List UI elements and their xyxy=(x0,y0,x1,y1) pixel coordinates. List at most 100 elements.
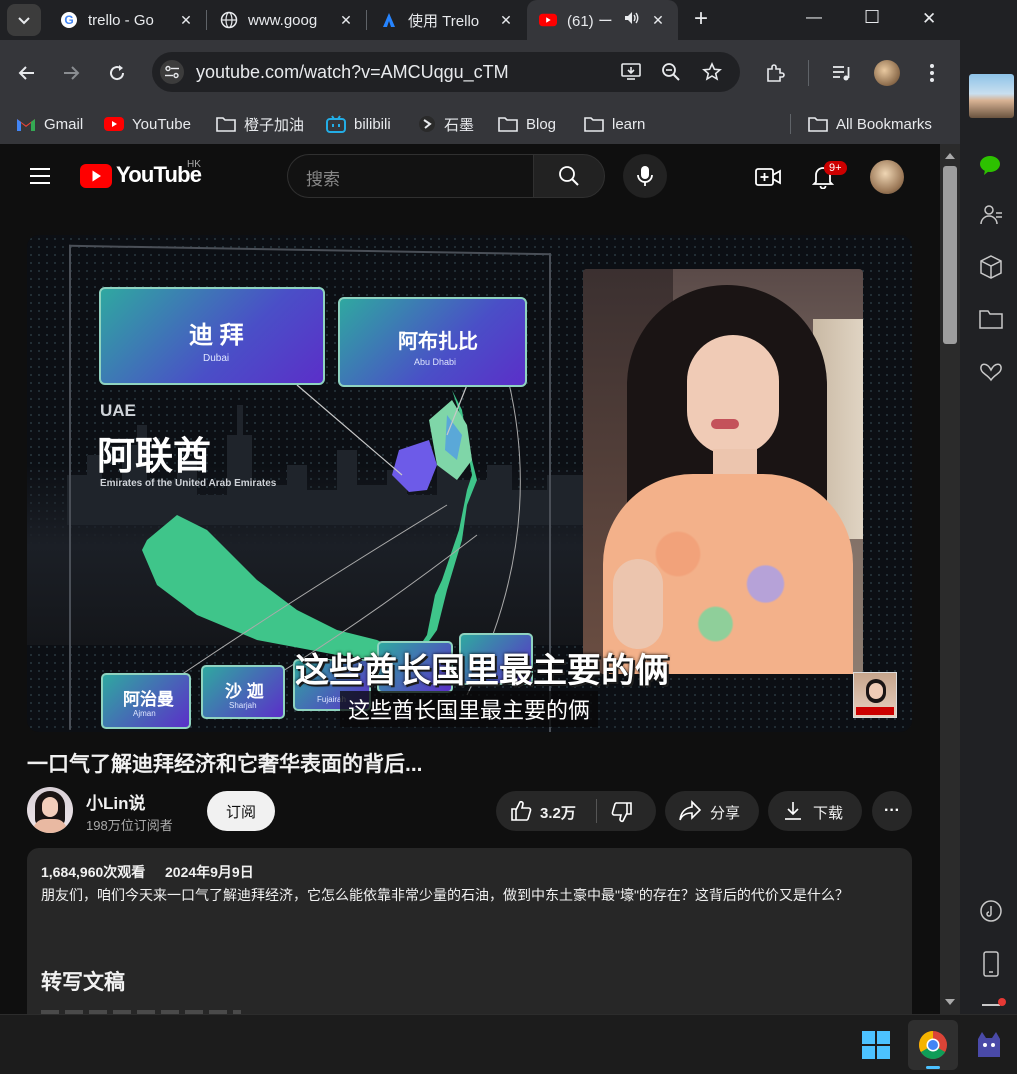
profile-avatar[interactable] xyxy=(874,60,900,86)
cube-icon[interactable] xyxy=(978,254,1004,280)
scroll-down-arrow-icon[interactable] xyxy=(945,998,955,1006)
side-panel-thumbnail[interactable] xyxy=(969,74,1014,118)
url-text[interactable]: youtube.com/watch?v=AMCUqgu_cTM xyxy=(196,62,509,83)
search-button[interactable] xyxy=(533,154,605,198)
close-tab-icon[interactable]: ✕ xyxy=(648,12,668,29)
search-box[interactable]: 搜索 xyxy=(287,154,533,198)
browser-toolbar: youtube.com/watch?v=AMCUqgu_cTM xyxy=(0,40,960,104)
bookmark-label: 石墨 xyxy=(444,116,475,134)
uae-en-label: Emirates of the United Arab Emirates xyxy=(100,478,277,489)
folder-icon xyxy=(584,116,604,132)
chevron-down-icon xyxy=(18,17,30,25)
bookmark-folder-orange[interactable]: 橙子加油 xyxy=(216,104,304,144)
site-info-icon[interactable] xyxy=(160,60,184,84)
contacts-icon[interactable] xyxy=(978,202,1004,228)
extensions-icon[interactable] xyxy=(763,61,787,85)
scroll-up-arrow-icon[interactable] xyxy=(945,152,955,160)
reload-icon[interactable] xyxy=(106,62,128,84)
taskbar-chrome-button[interactable] xyxy=(908,1020,958,1070)
dislike-button[interactable] xyxy=(597,791,656,831)
tab-youtube-active[interactable]: (61) ー ✕ xyxy=(527,0,678,40)
view-count: 1,684,960次观看 xyxy=(41,864,146,880)
uae-cn-label: 阿联酋 xyxy=(97,436,212,478)
sharjah-card: 沙 迦 Sharjah xyxy=(201,665,285,719)
subscribe-button[interactable]: 订阅 xyxy=(207,791,275,831)
bookmark-folder-learn[interactable]: learn xyxy=(584,104,645,144)
more-apps-icon[interactable] xyxy=(982,1004,1000,1006)
audio-playing-icon[interactable] xyxy=(624,11,640,29)
windows-start-icon[interactable] xyxy=(862,1031,890,1059)
region-code: HK xyxy=(187,159,201,170)
voice-search-button[interactable] xyxy=(623,154,667,198)
share-button[interactable]: 分享 xyxy=(665,791,759,831)
close-window-button[interactable]: ✕ xyxy=(922,9,936,29)
account-avatar[interactable] xyxy=(870,160,904,194)
create-video-icon[interactable] xyxy=(754,164,782,190)
video-player[interactable]: 迪 拜 Dubai 阿布扎比 Abu Dhabi UAE 阿联酋 Emirate… xyxy=(27,235,912,732)
minimize-button[interactable]: — xyxy=(806,9,822,27)
wechat-icon[interactable] xyxy=(978,152,1004,178)
thumbs-down-icon xyxy=(611,802,632,823)
folder-icon xyxy=(808,116,828,132)
hamburger-menu-icon[interactable] xyxy=(28,166,52,186)
taskbar xyxy=(0,1014,1017,1074)
channel-watermark[interactable] xyxy=(853,672,897,718)
maximize-button[interactable]: ☐ xyxy=(864,7,880,28)
tab-trello-guide[interactable]: 使用 Trello ✕ xyxy=(368,0,526,40)
all-bookmarks-button[interactable]: All Bookmarks xyxy=(808,104,932,144)
like-dislike-group: 3.2万 xyxy=(496,791,656,831)
zoom-icon[interactable] xyxy=(660,61,682,83)
address-bar[interactable]: youtube.com/watch?v=AMCUqgu_cTM xyxy=(152,52,740,92)
back-icon[interactable] xyxy=(16,62,38,84)
chrome-menu-icon[interactable] xyxy=(922,61,942,85)
publish-date: 2024年9月9日 xyxy=(165,864,254,880)
google-icon: G xyxy=(60,11,78,29)
bookmark-folder-blog[interactable]: Blog xyxy=(498,104,556,144)
tab-strip: G trello - Go ✕ www.goog ✕ 使用 Trello ✕ (… xyxy=(0,0,960,40)
description-text: 朋友们，咱们今天来一口气了解迪拜经济，它怎么能依靠非常少量的石油，做到中东土豪中… xyxy=(41,887,849,903)
microphone-icon xyxy=(637,166,653,186)
tab-search-button[interactable] xyxy=(7,4,41,36)
close-tab-icon[interactable]: ✕ xyxy=(496,12,516,29)
tab-trello-google[interactable]: G trello - Go ✕ xyxy=(48,0,206,40)
search-icon xyxy=(559,166,579,186)
thumbs-up-icon xyxy=(511,800,532,821)
tab-google-www[interactable]: www.goog ✕ xyxy=(208,0,366,40)
folder-icon xyxy=(216,116,236,132)
new-tab-button[interactable]: + xyxy=(694,5,708,33)
bookmark-bilibili[interactable]: bilibili xyxy=(326,104,391,144)
more-actions-button[interactable]: ··· xyxy=(872,791,912,831)
page-scrollbar[interactable] xyxy=(940,144,960,1014)
search-input[interactable]: 搜索 xyxy=(306,165,340,190)
close-tab-icon[interactable]: ✕ xyxy=(176,12,196,29)
scrollbar-thumb[interactable] xyxy=(943,166,957,344)
folder-icon[interactable] xyxy=(978,306,1004,332)
bookmark-star-icon[interactable] xyxy=(701,61,723,83)
close-tab-icon[interactable]: ✕ xyxy=(336,12,356,29)
tab-title: trello - Go xyxy=(88,11,154,29)
music-disc-icon[interactable] xyxy=(978,898,1004,924)
forward-icon[interactable] xyxy=(60,62,82,84)
install-app-icon[interactable] xyxy=(620,61,642,83)
bookmark-youtube[interactable]: YouTube xyxy=(104,104,191,144)
description-box[interactable]: 1,684,960次观看 2024年9月9日 朋友们，咱们今天来一口气了解迪拜经… xyxy=(27,848,912,1014)
ajman-en-label: Ajman xyxy=(133,709,156,718)
like-button[interactable]: 3.2万 xyxy=(496,791,596,831)
channel-name[interactable]: 小Lin说 xyxy=(86,789,146,814)
youtube-logo[interactable]: YouTube HK xyxy=(80,159,210,192)
channel-avatar[interactable] xyxy=(27,787,73,833)
bilibili-icon xyxy=(326,115,346,133)
bookmark-shimo[interactable]: 石墨 xyxy=(418,104,474,144)
globe-icon xyxy=(220,11,238,29)
subscribe-label: 订阅 xyxy=(225,803,256,821)
bookmark-label: bilibili xyxy=(354,115,391,133)
media-controls-icon[interactable] xyxy=(830,61,854,85)
bookmark-gmail[interactable]: Gmail xyxy=(16,104,83,144)
closed-caption: 这些酋长国里最主要的俩 xyxy=(340,691,599,727)
download-button[interactable]: 下载 xyxy=(768,791,862,831)
cat-app-icon[interactable] xyxy=(974,1029,1004,1059)
phone-icon[interactable] xyxy=(978,950,1004,978)
butterfly-app-icon[interactable] xyxy=(978,360,1004,386)
bookmark-label: learn xyxy=(612,115,646,133)
sharjah-en-label: Sharjah xyxy=(229,701,257,710)
